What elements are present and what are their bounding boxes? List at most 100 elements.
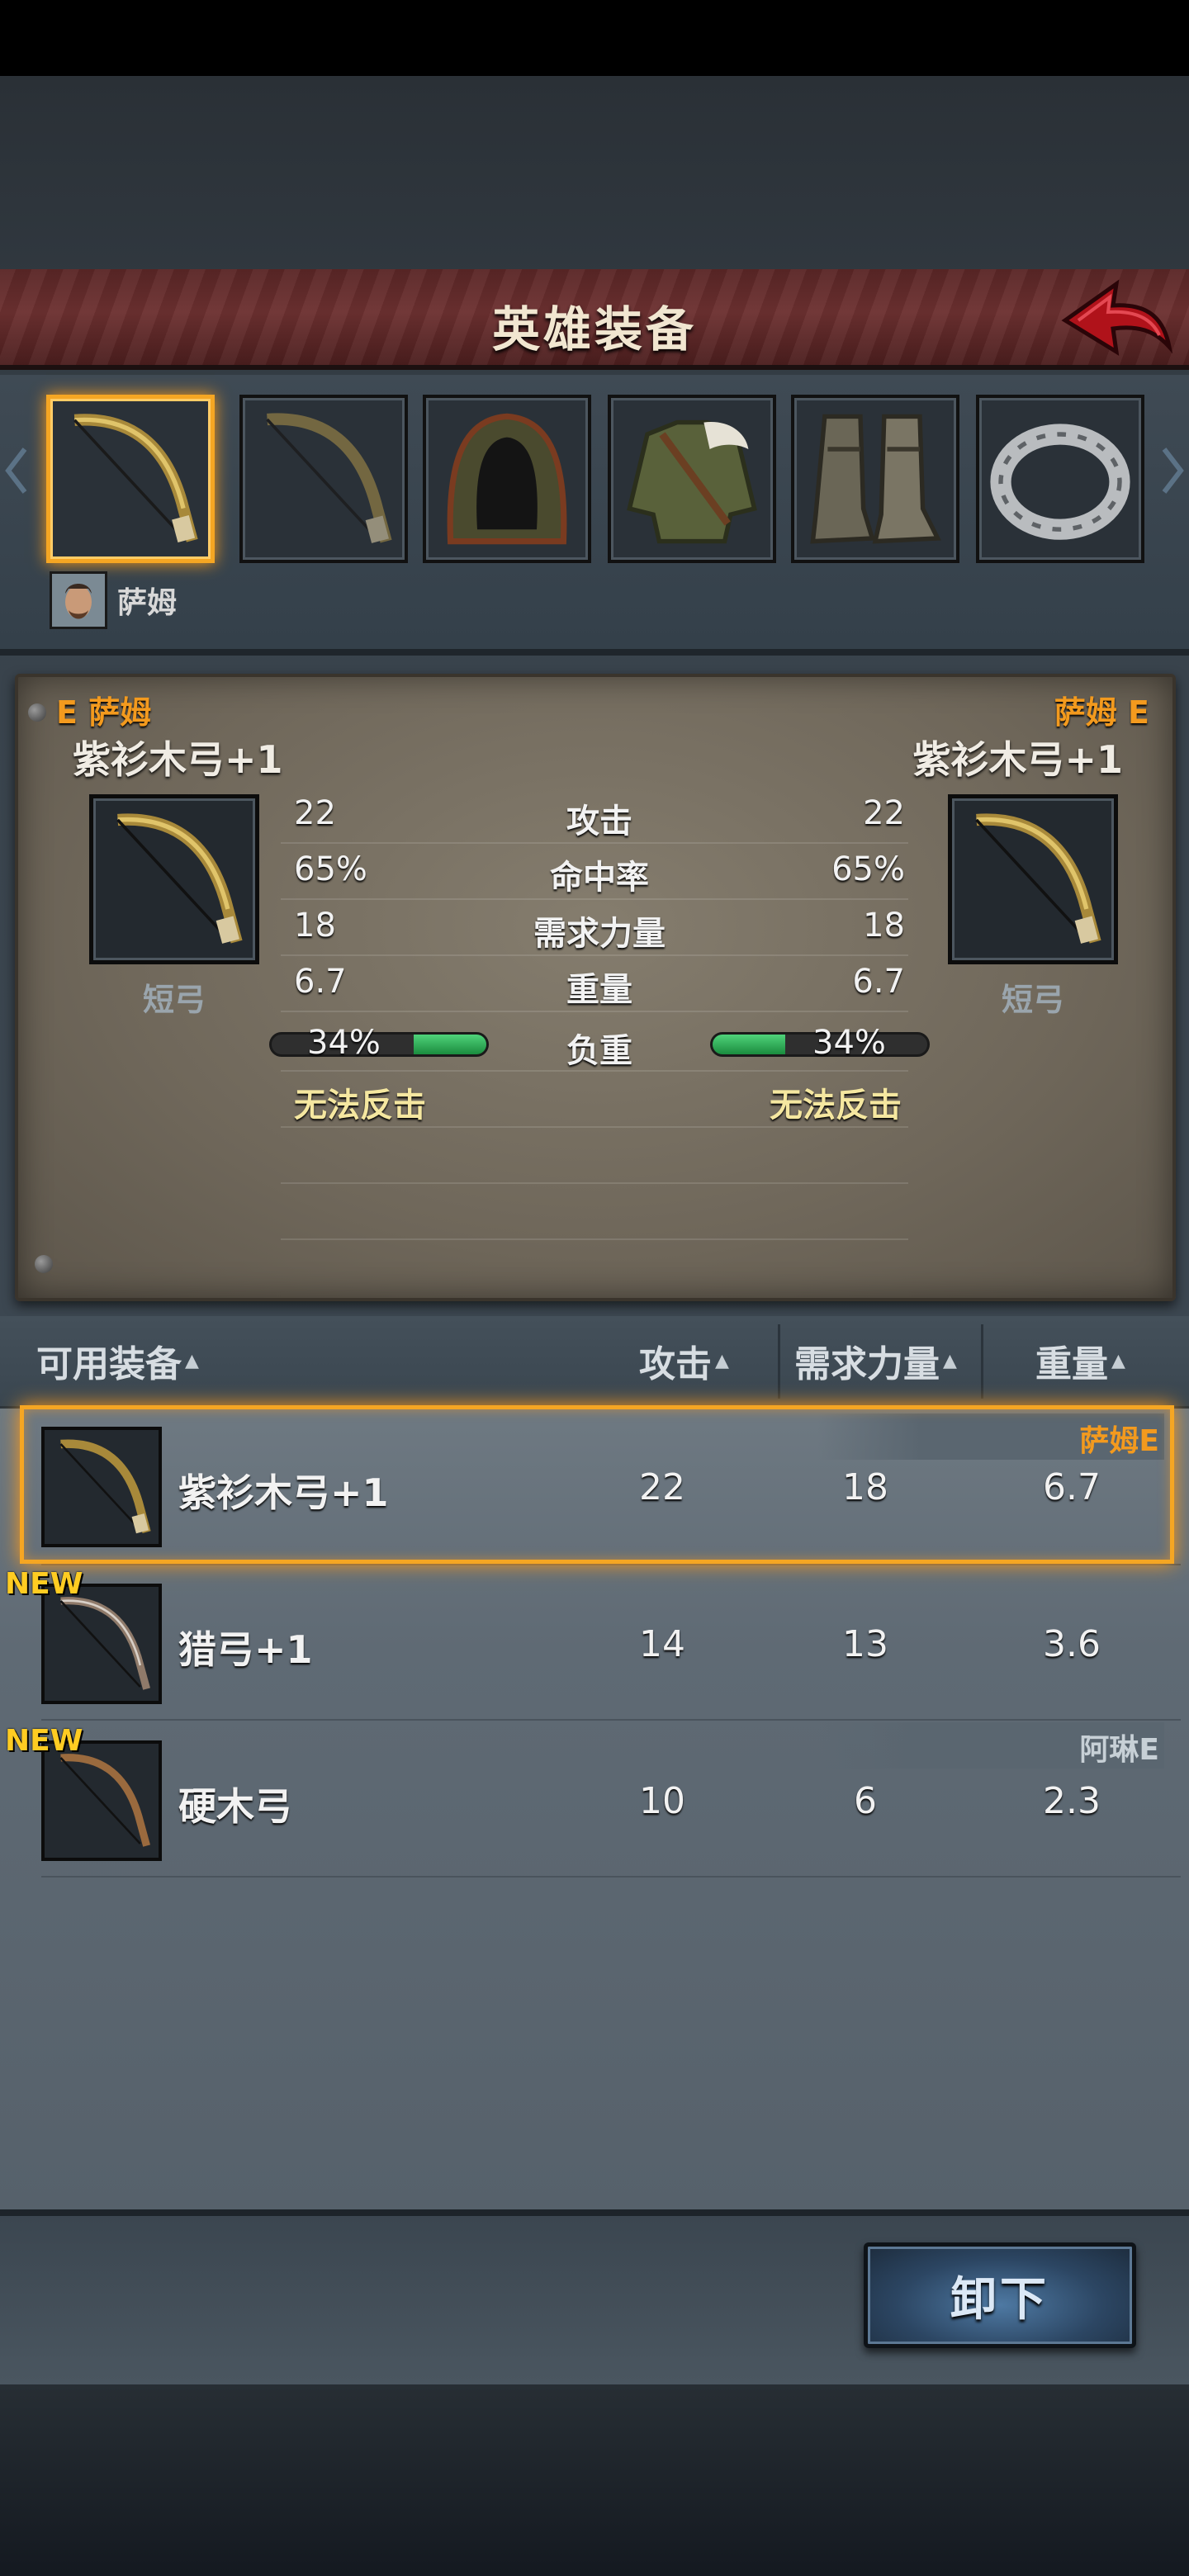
slot-weapon-bow[interactable] — [46, 395, 215, 563]
column-header-weight-label: 重量 — [1035, 1343, 1108, 1385]
page-title: 英雄装备 — [491, 301, 697, 358]
item-thumbnail — [41, 1584, 162, 1704]
item-attack: 14 — [639, 1623, 685, 1665]
bow-icon — [59, 1597, 150, 1690]
slot-accessory-ring[interactable] — [976, 395, 1144, 563]
divider — [281, 1011, 908, 1012]
left-weight: 6.7 — [294, 963, 347, 1001]
bow-icon — [116, 813, 243, 944]
chevron-left-icon[interactable] — [5, 446, 28, 495]
bow-icon — [266, 413, 392, 543]
compare-right-name: 紫衫木弓+1 — [912, 737, 1123, 782]
divider — [281, 1126, 908, 1128]
list-item[interactable]: 猎弓+1 14 13 3.6 — [0, 1565, 1189, 1722]
compare-left-type: 短弓 — [142, 982, 206, 1018]
item-weight: 2.3 — [1043, 1780, 1101, 1822]
equipped-by-right: 萨姆 E — [1054, 694, 1149, 731]
rivet — [35, 1255, 53, 1273]
column-header-strength-label: 需求力量 — [794, 1343, 940, 1385]
hero-name: 萨姆 — [117, 586, 178, 620]
boots-icon — [810, 414, 941, 544]
label-weight: 重量 — [566, 971, 632, 1009]
list-item[interactable]: 萨姆E 紫衫木弓+1 22 18 6.7 — [0, 1409, 1189, 1565]
column-header-name[interactable]: 可用装备 ▲ — [36, 1334, 199, 1387]
divider — [41, 1876, 1181, 1878]
title-bar: 英雄装备 — [0, 269, 1189, 370]
bow-icon — [73, 414, 198, 543]
unequip-button[interactable]: 卸下 — [864, 2242, 1136, 2348]
label-strength-req: 需求力量 — [533, 915, 666, 953]
owner-tag: 阿琳E — [1079, 1733, 1159, 1767]
item-name: 硬木弓 — [178, 1784, 292, 1829]
item-thumbnail — [41, 1427, 162, 1547]
label-accuracy: 命中率 — [550, 859, 649, 897]
divider — [281, 898, 908, 900]
divider — [281, 1182, 908, 1184]
compare-right-type: 短弓 — [1001, 982, 1064, 1018]
slot-body-tunic[interactable] — [608, 395, 776, 563]
left-attack: 22 — [294, 794, 336, 832]
hero-portrait-icon — [52, 574, 105, 627]
new-badge: NEW — [5, 1567, 83, 1601]
unequip-button-label: 卸下 — [950, 2272, 1049, 2327]
left-load-value: 34% — [307, 1024, 381, 1062]
slot-offhand-bow[interactable] — [239, 395, 408, 563]
left-strength-req: 18 — [294, 907, 336, 945]
left-counter-note: 无法反击 — [294, 1087, 426, 1125]
bow-icon — [975, 813, 1101, 944]
left-accuracy: 65% — [294, 850, 367, 888]
item-strength-req: 13 — [842, 1623, 888, 1665]
divider — [41, 1719, 1181, 1721]
item-attack: 22 — [639, 1466, 685, 1508]
column-header-strength[interactable]: 需求力量 ▲ — [794, 1334, 957, 1387]
tunic-icon — [627, 419, 757, 544]
column-separator — [981, 1324, 983, 1399]
item-strength-req: 18 — [842, 1466, 888, 1508]
column-header-attack-label: 攻击 — [639, 1343, 712, 1385]
hero-tag: 萨姆 — [50, 571, 177, 629]
item-name: 紫衫木弓+1 — [178, 1470, 389, 1515]
ring-icon — [990, 424, 1130, 540]
divider — [281, 842, 908, 844]
item-weight: 6.7 — [1043, 1466, 1101, 1508]
item-name: 猎弓+1 — [178, 1627, 313, 1672]
rivet — [28, 703, 46, 722]
sort-up-icon: ▲ — [1111, 1350, 1125, 1371]
slot-head-hood[interactable] — [423, 395, 591, 563]
chevron-right-icon[interactable] — [1161, 446, 1184, 495]
status-bar-area — [0, 0, 1189, 76]
avatar[interactable] — [50, 571, 107, 629]
sort-up-icon: ▲ — [185, 1350, 199, 1371]
right-accuracy: 65% — [831, 850, 905, 888]
right-strength-req: 18 — [863, 907, 905, 945]
compare-left-name: 紫衫木弓+1 — [73, 737, 283, 782]
compare-left-icon-box — [89, 794, 259, 964]
back-button[interactable] — [1059, 272, 1174, 370]
column-separator — [778, 1324, 780, 1399]
right-counter-note: 无法反击 — [770, 1087, 902, 1125]
divider — [281, 1238, 908, 1240]
right-weight: 6.7 — [852, 963, 905, 1001]
back-arrow-icon — [1061, 279, 1173, 356]
item-thumbnail — [41, 1740, 162, 1861]
column-header-weight[interactable]: 重量 ▲ — [1035, 1334, 1125, 1387]
column-header-name-label: 可用装备 — [36, 1343, 182, 1385]
sort-up-icon: ▲ — [943, 1350, 957, 1371]
label-load: 负重 — [566, 1032, 632, 1070]
left-load-fill — [413, 1035, 486, 1054]
bow-icon — [59, 1439, 151, 1534]
owner-tag: 萨姆E — [1079, 1424, 1159, 1458]
label-attack: 攻击 — [566, 803, 632, 841]
divider — [281, 954, 908, 956]
sort-up-icon: ▲ — [715, 1350, 729, 1371]
column-header-attack[interactable]: 攻击 ▲ — [639, 1334, 729, 1387]
item-attack: 10 — [639, 1780, 685, 1822]
slot-feet-boots[interactable] — [791, 395, 959, 563]
equipped-by-left: E 萨姆 — [56, 694, 152, 731]
bottom-backdrop — [0, 2384, 1189, 2576]
right-load-fill — [713, 1035, 786, 1054]
new-badge: NEW — [5, 1724, 83, 1758]
list-item[interactable]: 阿琳E 硬木弓 10 6 2.3 — [0, 1722, 1189, 1879]
bow-icon — [59, 1754, 150, 1847]
hood-icon — [447, 413, 567, 545]
